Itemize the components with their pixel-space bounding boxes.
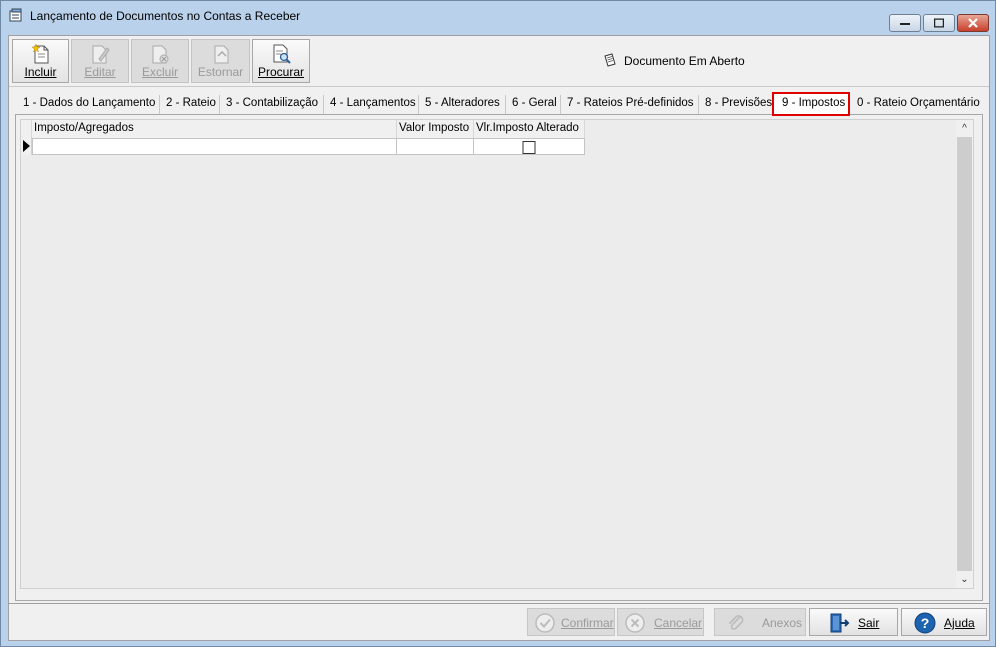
minimize-button[interactable] [889, 14, 921, 32]
vlr-alterado-checkbox[interactable] [522, 141, 536, 154]
app-icon [9, 8, 22, 22]
cell-vlr-alterado[interactable] [474, 138, 585, 155]
vertical-scrollbar[interactable]: ^ ⌄ [956, 120, 973, 588]
sair-label: Sair [858, 616, 880, 630]
window-title: Lançamento de Documentos no Contas a Rec… [30, 9, 301, 23]
tab-lancamentos[interactable]: 4 - Lançamentos [324, 95, 419, 114]
document-status: Documento Em Aberto [602, 52, 745, 68]
tab-previsoes[interactable]: 8 - Previsões [699, 95, 773, 114]
help-icon: ? [914, 612, 936, 634]
new-document-icon [30, 43, 48, 64]
cancelar-label: Cancelar [654, 616, 703, 630]
table-row[interactable] [21, 138, 585, 155]
estornar-label: Estornar [197, 65, 244, 79]
procurar-label: Procurar [257, 65, 304, 79]
editar-button[interactable]: Editar [71, 39, 129, 83]
scroll-down-icon[interactable]: ⌄ [956, 571, 973, 588]
x-circle-icon [625, 613, 645, 633]
delete-document-icon [152, 45, 169, 64]
tab-strip: 1 - Dados do Lançamento 2 - Rateio 3 - C… [13, 92, 983, 116]
scroll-thumb[interactable] [957, 137, 972, 571]
title-bar[interactable]: Lançamento de Documentos no Contas a Rec… [1, 1, 995, 32]
row-pointer-icon [23, 140, 30, 152]
exit-door-icon [830, 613, 850, 633]
sair-button[interactable]: Sair [809, 608, 898, 636]
tab-dados-lancamento[interactable]: 1 - Dados do Lançamento [17, 95, 160, 114]
app-window: Lançamento de Documentos no Contas a Rec… [0, 0, 996, 647]
row-indicator-header [21, 120, 32, 138]
check-circle-icon [535, 613, 555, 633]
tab-rateio-orcamentario[interactable]: 0 - Rateio Orçamentário [851, 95, 981, 114]
grid-header: Imposto/Agregados Valor Imposto Vlr.Impo… [21, 120, 585, 138]
scroll-up-icon[interactable]: ^ [956, 120, 973, 137]
maximize-button[interactable] [923, 14, 955, 32]
confirmar-button[interactable]: Confirmar [527, 608, 615, 636]
minimize-icon [900, 23, 910, 25]
edit-document-icon [92, 45, 110, 64]
cell-imposto[interactable] [32, 138, 397, 155]
tab-impostos[interactable]: 9 - Impostos [772, 92, 850, 116]
tab-rateios-pre-definidos[interactable]: 7 - Rateios Pré-definidos [561, 95, 699, 114]
toolbar: Incluir Editar Excluir Estornar Procurar… [9, 36, 989, 86]
tab-rateio[interactable]: 2 - Rateio [160, 95, 220, 114]
form-client-area: Incluir Editar Excluir Estornar Procurar… [8, 35, 990, 641]
ajuda-button[interactable]: ? Ajuda [901, 608, 987, 636]
tab-alteradores[interactable]: 5 - Alteradores [419, 95, 506, 114]
close-button[interactable] [957, 14, 989, 32]
column-header-valor-imposto[interactable]: Valor Imposto [397, 120, 474, 138]
search-document-icon [273, 44, 291, 64]
anexos-button[interactable]: Anexos [714, 608, 806, 636]
excluir-button[interactable]: Excluir [131, 39, 189, 83]
tab-contabilizacao[interactable]: 3 - Contabilização [220, 95, 324, 114]
incluir-button[interactable]: Incluir [12, 39, 69, 83]
ajuda-label: Ajuda [944, 616, 975, 630]
svg-text:?: ? [921, 615, 930, 631]
excluir-label: Excluir [141, 65, 178, 79]
paperclip-icon [728, 615, 744, 630]
tab-geral[interactable]: 6 - Geral [506, 95, 561, 114]
cell-valor-imposto[interactable] [397, 138, 474, 155]
incluir-label: Incluir [24, 65, 57, 79]
document-status-text: Documento Em Aberto [624, 54, 745, 68]
footer-divider [9, 603, 989, 604]
documents-icon [604, 53, 616, 67]
procurar-button[interactable]: Procurar [252, 39, 310, 83]
toolbar-divider [9, 86, 989, 87]
maximize-icon [934, 18, 944, 28]
cancelar-button[interactable]: Cancelar [617, 608, 704, 636]
impostos-grid[interactable]: Imposto/Agregados Valor Imposto Vlr.Impo… [20, 119, 974, 589]
impostos-tab-panel: Imposto/Agregados Valor Imposto Vlr.Impo… [15, 114, 983, 601]
estornar-button[interactable]: Estornar [191, 39, 250, 83]
column-header-imposto[interactable]: Imposto/Agregados [32, 120, 397, 138]
anexos-label: Anexos [762, 616, 803, 630]
close-icon [968, 18, 978, 28]
confirmar-label: Confirmar [561, 616, 614, 630]
current-row-indicator [21, 138, 32, 155]
column-header-vlr-alterado[interactable]: Vlr.Imposto Alterado [474, 120, 585, 138]
editar-label: Editar [84, 65, 116, 79]
reverse-document-icon [214, 45, 228, 64]
